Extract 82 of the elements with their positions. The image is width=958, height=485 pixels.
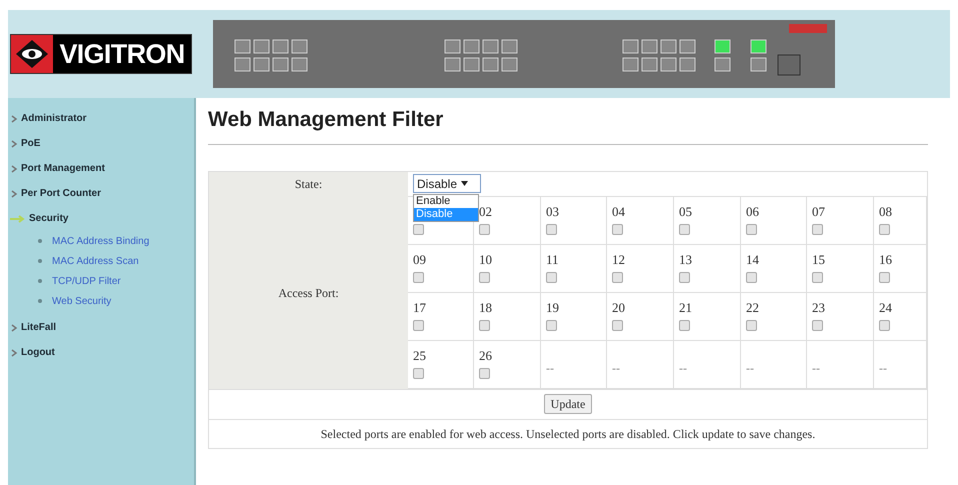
port-number: 11 bbox=[546, 252, 560, 266]
sidebar-subitem[interactable]: TCP/UDP Filter bbox=[52, 274, 121, 288]
port-checkbox[interactable] bbox=[746, 320, 757, 330]
port-number: 02 bbox=[479, 204, 493, 218]
bullet-icon bbox=[38, 239, 42, 243]
port-number: 26 bbox=[479, 348, 493, 362]
sidebar-item[interactable]: PoE bbox=[21, 136, 40, 151]
port-checkbox[interactable] bbox=[479, 368, 490, 378]
port-number: 05 bbox=[679, 204, 693, 218]
port-number: 18 bbox=[479, 300, 493, 314]
port-checkbox[interactable] bbox=[812, 320, 823, 330]
port-checkbox[interactable] bbox=[479, 272, 490, 282]
port-number: 20 bbox=[612, 300, 626, 314]
port-number: 23 bbox=[812, 300, 826, 314]
port-checkbox[interactable] bbox=[679, 224, 690, 234]
port-checkbox[interactable] bbox=[612, 224, 623, 234]
diamond-eye-icon bbox=[15, 39, 49, 69]
sidebar-subitem[interactable]: MAC Address Scan bbox=[52, 254, 139, 268]
port-number: 06 bbox=[746, 204, 760, 218]
port-checkbox[interactable] bbox=[879, 224, 890, 234]
port-checkbox[interactable] bbox=[812, 272, 823, 282]
empty-port: -- bbox=[612, 360, 621, 376]
state-select[interactable]: Disable bbox=[413, 174, 481, 193]
port-checkbox[interactable] bbox=[413, 224, 424, 234]
port-checkbox[interactable] bbox=[679, 272, 690, 282]
port-number: 25 bbox=[413, 348, 427, 362]
port-checkbox[interactable] bbox=[546, 224, 557, 234]
port-number: 09 bbox=[413, 252, 427, 266]
bullet-icon bbox=[38, 259, 42, 263]
empty-port: -- bbox=[746, 360, 755, 376]
port-checkbox[interactable] bbox=[546, 272, 557, 282]
port-checkbox[interactable] bbox=[746, 224, 757, 234]
port-number: 10 bbox=[479, 252, 493, 266]
port-checkbox[interactable] bbox=[413, 368, 424, 378]
port-number: 21 bbox=[679, 300, 693, 314]
port-checkbox[interactable] bbox=[479, 224, 490, 234]
empty-port: -- bbox=[546, 360, 555, 376]
sidebar-item[interactable]: Administrator bbox=[21, 111, 87, 126]
port-checkbox[interactable] bbox=[746, 272, 757, 282]
logo-text: VIGITRON bbox=[58, 38, 186, 71]
port-checkbox[interactable] bbox=[413, 320, 424, 330]
page-title: Web Management Filter bbox=[208, 104, 928, 144]
help-text: Selected ports are enabled for web access. Unselected ports are disabled. Click update to save changes. bbox=[320, 426, 816, 442]
sidebar-item[interactable]: Port Management bbox=[21, 161, 105, 176]
port-checkbox[interactable] bbox=[879, 320, 890, 330]
port-checkbox[interactable] bbox=[612, 272, 623, 282]
caret-icon bbox=[461, 181, 468, 186]
port-checkbox[interactable] bbox=[812, 224, 823, 234]
port-checkbox[interactable] bbox=[413, 272, 424, 282]
port-number: 22 bbox=[746, 300, 760, 314]
port-number: 19 bbox=[546, 300, 560, 314]
port-number: 03 bbox=[546, 204, 560, 218]
empty-port: -- bbox=[812, 360, 821, 376]
port-checkbox[interactable] bbox=[679, 320, 690, 330]
field-label: Access Port: bbox=[278, 284, 339, 302]
port-number: 14 bbox=[746, 252, 760, 266]
port-number: 24 bbox=[879, 300, 893, 314]
port-number: 17 bbox=[413, 300, 427, 314]
empty-port: -- bbox=[879, 360, 888, 376]
update-button[interactable]: Update bbox=[544, 394, 592, 414]
sidebar-subitem[interactable]: MAC Address Binding bbox=[52, 234, 150, 248]
port-number: 12 bbox=[612, 252, 626, 266]
port-number: 16 bbox=[879, 252, 893, 266]
port-number: 15 bbox=[812, 252, 826, 266]
port-checkbox[interactable] bbox=[612, 320, 623, 330]
port-checkbox[interactable] bbox=[879, 272, 890, 282]
empty-port: -- bbox=[679, 360, 688, 376]
port-number: 08 bbox=[879, 204, 893, 218]
dropdown-option[interactable]: Enable bbox=[414, 194, 478, 208]
sidebar-item[interactable]: LiteFall bbox=[21, 320, 56, 335]
port-checkbox[interactable] bbox=[546, 320, 557, 330]
sidebar-item[interactable]: Security bbox=[29, 211, 68, 226]
port-checkbox[interactable] bbox=[479, 320, 490, 330]
port-number: 07 bbox=[812, 204, 826, 218]
field-label: State: bbox=[294, 176, 322, 193]
sidebar-subitem[interactable]: Web Security bbox=[52, 294, 112, 308]
bullet-icon bbox=[38, 299, 42, 303]
port-number: 04 bbox=[612, 204, 626, 218]
bullet-icon bbox=[38, 279, 42, 283]
sidebar-item[interactable]: Per Port Counter bbox=[21, 186, 102, 201]
port-number: 13 bbox=[679, 252, 693, 266]
sidebar-item[interactable]: Logout bbox=[21, 345, 55, 360]
